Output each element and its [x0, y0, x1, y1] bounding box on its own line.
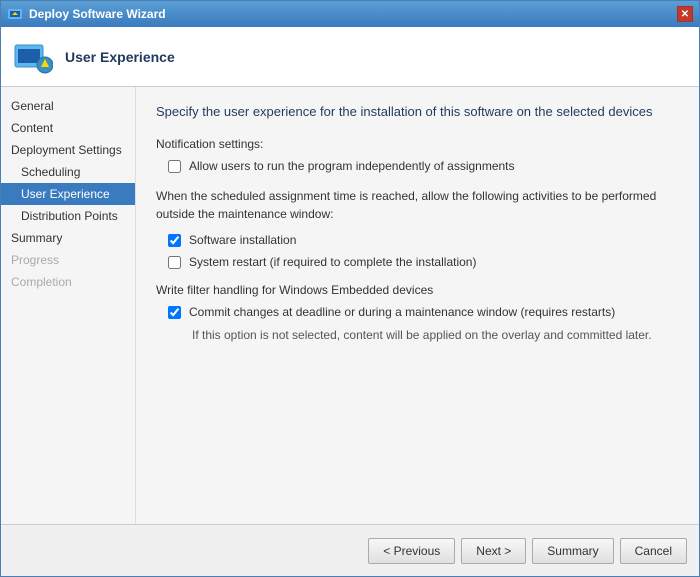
- software-install-checkbox[interactable]: [168, 234, 181, 247]
- sidebar-item-general[interactable]: General: [1, 95, 135, 117]
- main-content: Specify the user experience for the inst…: [136, 87, 699, 524]
- wizard-icon: [7, 6, 23, 22]
- note-text: If this option is not selected, content …: [156, 327, 679, 344]
- sidebar-item-deployment-settings[interactable]: Deployment Settings: [1, 139, 135, 161]
- sidebar-item-progress: Progress: [1, 249, 135, 271]
- close-button[interactable]: ✕: [677, 6, 693, 22]
- system-restart-label: System restart (if required to complete …: [189, 255, 476, 269]
- sidebar-item-scheduling[interactable]: Scheduling: [1, 161, 135, 183]
- sidebar-item-summary[interactable]: Summary: [1, 227, 135, 249]
- commit-changes-checkbox[interactable]: [168, 306, 181, 319]
- allow-users-label: Allow users to run the program independe…: [189, 159, 515, 173]
- title-bar: Deploy Software Wizard ✕: [1, 1, 699, 27]
- header-title: User Experience: [65, 49, 175, 65]
- window-title: Deploy Software Wizard: [29, 7, 677, 21]
- footer: < Previous Next > Summary Cancel: [1, 524, 699, 576]
- commit-changes-label: Commit changes at deadline or during a m…: [189, 305, 615, 319]
- sidebar-item-completion: Completion: [1, 271, 135, 293]
- software-install-row: Software installation: [156, 233, 679, 247]
- system-restart-checkbox[interactable]: [168, 256, 181, 269]
- sidebar-item-content[interactable]: Content: [1, 117, 135, 139]
- main-title: Specify the user experience for the inst…: [156, 103, 679, 121]
- software-install-label: Software installation: [189, 233, 296, 247]
- sidebar-item-user-experience[interactable]: User Experience: [1, 183, 135, 205]
- deploy-software-wizard: Deploy Software Wizard ✕ User Experience…: [0, 0, 700, 577]
- write-filter-label: Write filter handling for Windows Embedd…: [156, 283, 679, 297]
- allow-users-row: Allow users to run the program independe…: [156, 159, 679, 173]
- header-icon: [13, 37, 53, 77]
- sidebar-item-distribution-points[interactable]: Distribution Points: [1, 205, 135, 227]
- wizard-header: User Experience: [1, 27, 699, 87]
- content-area: General Content Deployment Settings Sche…: [1, 87, 699, 524]
- commit-changes-row: Commit changes at deadline or during a m…: [156, 305, 679, 319]
- system-restart-row: System restart (if required to complete …: [156, 255, 679, 269]
- notification-settings-label: Notification settings:: [156, 137, 679, 151]
- previous-button[interactable]: < Previous: [368, 538, 455, 564]
- allow-users-checkbox[interactable]: [168, 160, 181, 173]
- summary-button[interactable]: Summary: [532, 538, 613, 564]
- info-text: When the scheduled assignment time is re…: [156, 187, 679, 223]
- cancel-button[interactable]: Cancel: [620, 538, 687, 564]
- sidebar: General Content Deployment Settings Sche…: [1, 87, 136, 524]
- next-button[interactable]: Next >: [461, 538, 526, 564]
